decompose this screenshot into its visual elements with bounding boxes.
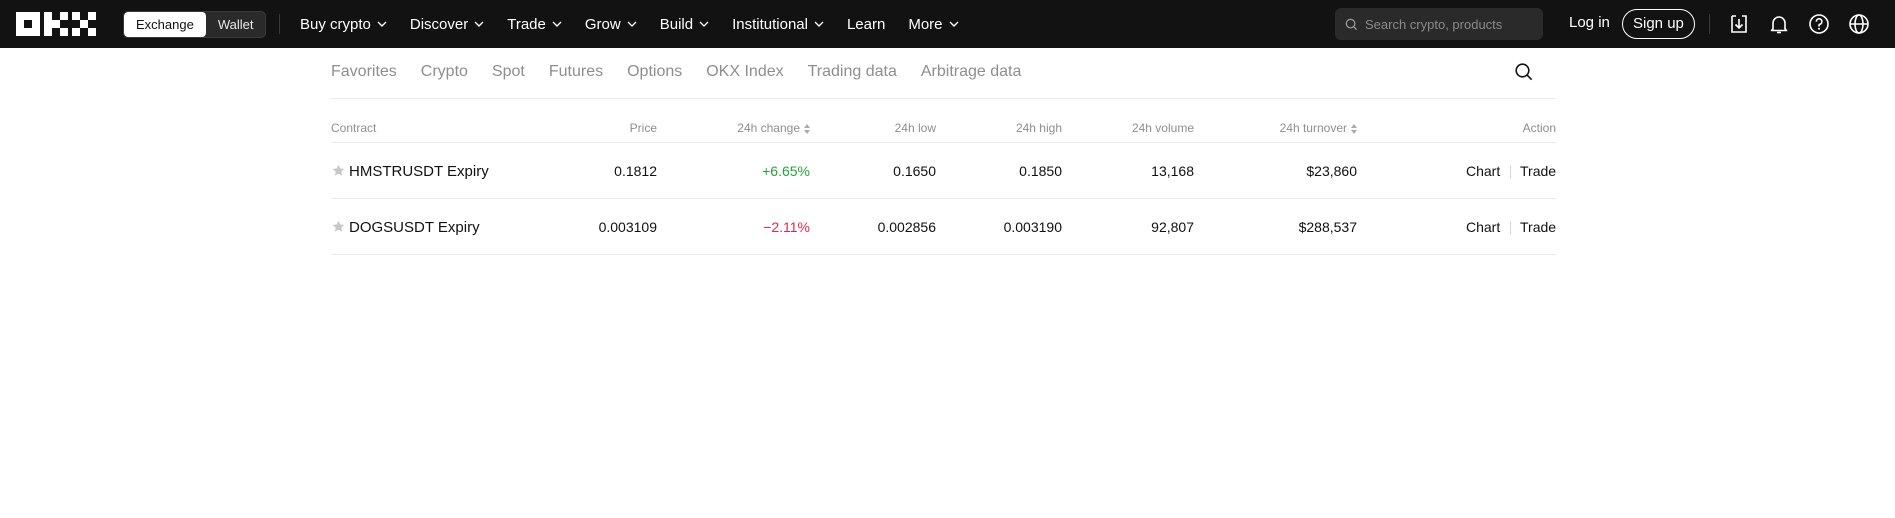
header-24h-turnover[interactable]: 24h turnover (1237, 121, 1357, 135)
nav-label: Learn (846, 15, 886, 33)
globe-icon[interactable] (1848, 13, 1870, 35)
nav-trade[interactable]: Trade (507, 16, 562, 33)
header-label: 24h turnover (1279, 121, 1347, 135)
nav-label: Discover (409, 15, 469, 33)
tab-crypto[interactable]: Crypto (421, 63, 468, 81)
nav-label: Institutional (732, 15, 808, 33)
tab-options[interactable]: Options (627, 63, 682, 81)
top-navigation-bar: Exchange Wallet Buy crypto Discover Trad… (0, 0, 1895, 48)
action-divider (1510, 165, 1511, 179)
chevron-down-icon (814, 21, 824, 27)
change-cell: −2.11% (763, 219, 810, 235)
tab-futures[interactable]: Futures (549, 63, 603, 81)
global-search[interactable] (1335, 8, 1543, 40)
row-divider (331, 198, 1556, 199)
volume-cell: 13,168 (1151, 163, 1194, 179)
nav-buy-crypto[interactable]: Buy crypto (300, 16, 387, 33)
header-contract: Contract (331, 121, 377, 135)
divider (279, 14, 280, 34)
low-cell: 0.002856 (877, 219, 936, 235)
trade-link[interactable]: Trade (1520, 163, 1556, 179)
low-cell: 0.1650 (893, 163, 936, 179)
search-icon (1345, 18, 1358, 30)
price-cell: 0.003109 (598, 219, 657, 235)
contract-name[interactable]: HMSTRUSDT Expiry (349, 163, 489, 180)
row-divider (331, 254, 1556, 255)
chevron-down-icon (474, 21, 484, 27)
main-nav: Buy crypto Discover Trade Grow Build Ins… (300, 0, 982, 48)
favorite-star-icon[interactable] (332, 164, 345, 177)
chevron-down-icon (552, 21, 562, 27)
nav-institutional[interactable]: Institutional (732, 16, 824, 33)
chevron-down-icon (377, 21, 387, 27)
bell-icon[interactable] (1768, 13, 1790, 35)
header-label: 24h change (737, 121, 800, 135)
nav-discover[interactable]: Discover (410, 16, 484, 33)
volume-cell: 92,807 (1151, 219, 1194, 235)
tab-okx-index[interactable]: OKX Index (706, 63, 783, 81)
nav-label: Build (659, 15, 694, 33)
nav-label: More (908, 15, 943, 33)
nav-grow[interactable]: Grow (585, 16, 637, 33)
header-price: Price (629, 121, 657, 135)
chevron-down-icon (627, 21, 637, 27)
exchange-toggle[interactable]: Exchange (124, 12, 206, 37)
okx-logo[interactable] (16, 12, 96, 36)
help-icon[interactable] (1808, 13, 1830, 35)
header-divider (331, 142, 1556, 143)
header-24h-low: 24h low (894, 121, 936, 135)
divider (1709, 14, 1710, 34)
login-link[interactable]: Log in (1569, 14, 1610, 31)
tabs-divider (331, 98, 1556, 99)
header-24h-volume: 24h volume (1131, 121, 1194, 135)
download-icon[interactable] (1728, 13, 1750, 35)
trade-link[interactable]: Trade (1520, 219, 1556, 235)
search-icon[interactable] (1514, 62, 1534, 82)
header-24h-high: 24h high (1015, 121, 1062, 135)
action-divider (1510, 221, 1511, 235)
tab-arbitrage-data[interactable]: Arbitrage data (921, 63, 1022, 81)
nav-label: Buy crypto (300, 15, 371, 33)
change-cell: +6.65% (762, 163, 810, 179)
search-input[interactable] (1365, 16, 1535, 32)
turnover-cell: $23,860 (1306, 163, 1357, 179)
header-action: Action (1522, 121, 1556, 135)
header-24h-change[interactable]: 24h change (700, 121, 810, 135)
nav-learn[interactable]: Learn (847, 16, 885, 33)
chevron-down-icon (699, 21, 709, 27)
wallet-toggle[interactable]: Wallet (206, 12, 266, 37)
sort-icon (804, 123, 810, 134)
nav-label: Grow (584, 15, 621, 33)
chevron-down-icon (949, 21, 959, 27)
chart-link[interactable]: Chart (1466, 219, 1500, 235)
contract-name[interactable]: DOGSUSDT Expiry (349, 219, 480, 236)
nav-more[interactable]: More (908, 15, 959, 33)
price-cell: 0.1812 (614, 163, 657, 179)
exchange-wallet-switch[interactable]: Exchange Wallet (123, 11, 267, 38)
high-cell: 0.1850 (1019, 163, 1062, 179)
turnover-cell: $288,537 (1298, 219, 1357, 235)
signup-button[interactable]: Sign up (1622, 9, 1695, 39)
tab-trading-data[interactable]: Trading data (808, 63, 897, 81)
tab-favorites[interactable]: Favorites (331, 63, 397, 81)
high-cell: 0.003190 (1003, 219, 1062, 235)
nav-build[interactable]: Build (660, 16, 709, 33)
favorite-star-icon[interactable] (332, 220, 345, 233)
market-tabs: Favorites Crypto Spot Futures Options OK… (331, 60, 1045, 84)
tab-spot[interactable]: Spot (492, 63, 525, 81)
sort-icon (1351, 123, 1357, 134)
chart-link[interactable]: Chart (1466, 163, 1500, 179)
nav-label: Trade (507, 15, 546, 33)
